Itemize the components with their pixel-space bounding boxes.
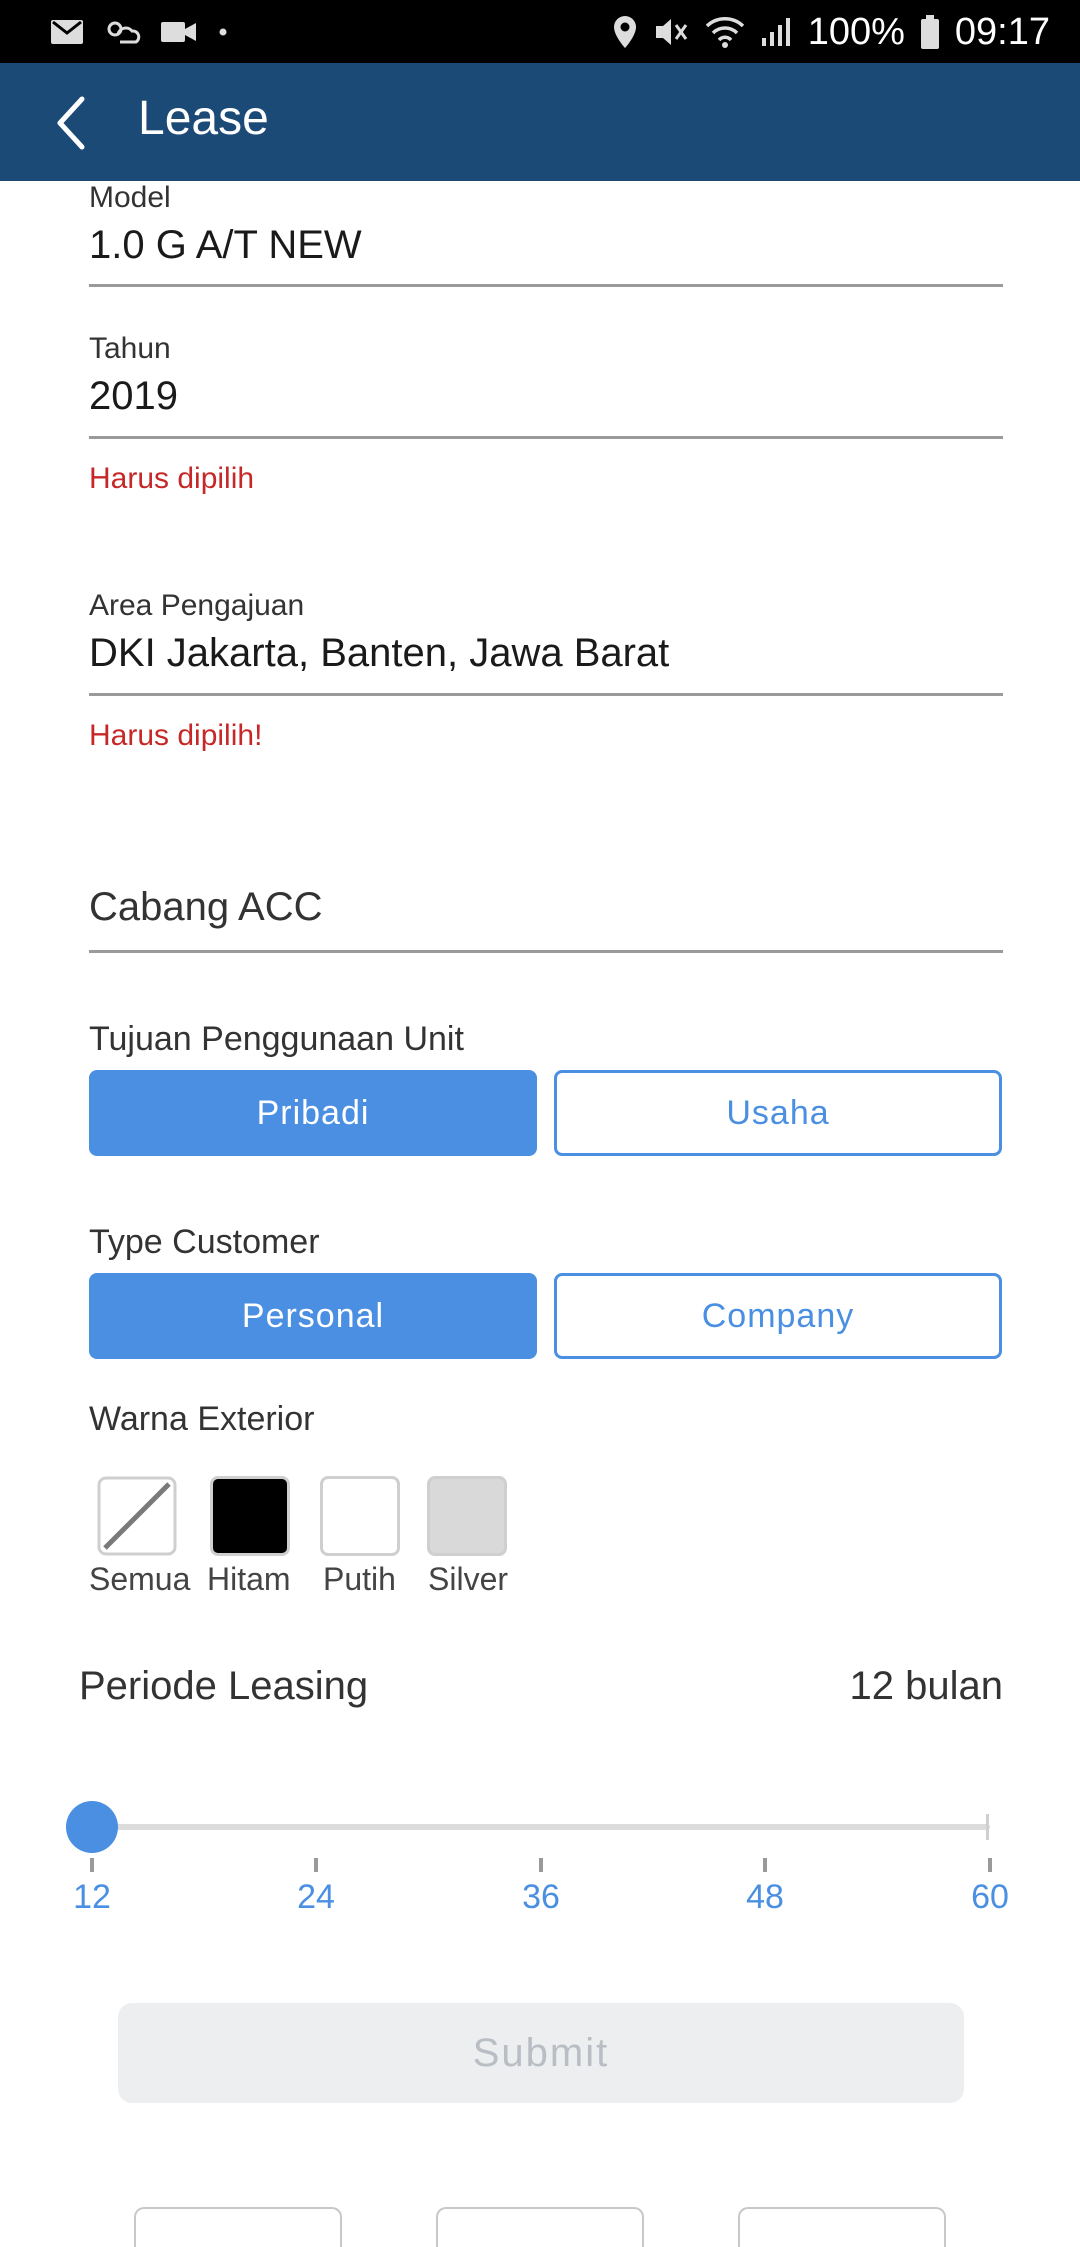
slider-tick: [763, 1858, 767, 1872]
dot-icon: [219, 28, 227, 36]
periode-slider-thumb[interactable]: [66, 1801, 118, 1853]
battery-percent: 100%: [807, 10, 905, 53]
slider-tick: [539, 1858, 543, 1872]
wifi-icon: [705, 17, 744, 48]
swatch-label-putih: Putih: [323, 1561, 396, 1597]
model-label: Model: [89, 181, 171, 214]
area-error: Harus dipilih!: [89, 719, 263, 752]
slider-tick-label: 12: [73, 1878, 111, 1916]
area-label: Area Pengajuan: [89, 589, 305, 622]
model-underline: [89, 284, 1003, 287]
swatch-silver[interactable]: [427, 1476, 507, 1556]
swatch-label-silver: Silver: [428, 1561, 509, 1597]
video-icon: [161, 22, 196, 42]
bottom-card[interactable]: [738, 2207, 946, 2247]
tujuan-pribadi-button[interactable]: Pribadi: [89, 1070, 537, 1156]
slider-track-end: [986, 1814, 989, 1840]
swatch-label-semua: Semua: [89, 1561, 191, 1597]
location-icon: [613, 16, 636, 48]
customer-personal-button[interactable]: Personal: [89, 1273, 537, 1359]
slider-tick: [90, 1858, 94, 1872]
swatch-hitam[interactable]: [210, 1476, 290, 1556]
slider-tick-label: 48: [746, 1878, 784, 1916]
slider-tick-label: 36: [522, 1878, 560, 1916]
periode-slider-track[interactable]: [92, 1824, 990, 1830]
weather-icon: [107, 21, 141, 44]
tujuan-usaha-button[interactable]: Usaha: [554, 1070, 1002, 1156]
slider-tick-label: 60: [971, 1878, 1009, 1916]
cabang-underline: [89, 950, 1003, 953]
mute-icon: [655, 19, 687, 45]
bottom-card[interactable]: [134, 2207, 342, 2247]
submit-button[interactable]: Submit: [118, 2003, 964, 2103]
cabang-field[interactable]: Cabang ACC: [89, 885, 1003, 955]
tujuan-label: Tujuan Penggunaan Unit: [89, 1020, 464, 1058]
signal-icon: [761, 18, 790, 46]
area-value: DKI Jakarta, Banten, Jawa Barat: [89, 631, 670, 675]
page-title: Lease: [138, 92, 269, 145]
slider-tick-label: 24: [297, 1878, 335, 1916]
area-underline: [89, 693, 1003, 696]
slider-tick: [314, 1858, 318, 1872]
warna-label: Warna Exterior: [89, 1400, 315, 1438]
periode-label: Periode Leasing: [79, 1664, 369, 1708]
tahun-field[interactable]: Tahun 2019: [89, 332, 1003, 442]
area-field[interactable]: Area Pengajuan DKI Jakarta, Banten, Jawa…: [89, 589, 1003, 699]
slider-tick: [988, 1858, 992, 1872]
model-value: 1.0 G A/T NEW: [89, 223, 362, 267]
swatch-putih[interactable]: [320, 1476, 400, 1556]
app-bar: Lease: [0, 63, 1080, 181]
swatch-semua[interactable]: [97, 1476, 177, 1556]
tahun-label: Tahun: [89, 332, 171, 365]
tahun-underline: [89, 436, 1003, 439]
swatch-label-hitam: Hitam: [207, 1561, 291, 1597]
tahun-value: 2019: [89, 374, 178, 418]
battery-icon: [920, 15, 939, 49]
periode-value: 12 bulan: [849, 1664, 1003, 1708]
customer-company-button[interactable]: Company: [554, 1273, 1002, 1359]
gmail-icon: [51, 20, 83, 44]
model-field[interactable]: Model 1.0 G A/T NEW: [89, 181, 1003, 289]
cabang-placeholder: Cabang ACC: [89, 885, 323, 929]
status-time: 09:17: [954, 10, 1050, 53]
status-bar: 100% 09:17: [0, 0, 1080, 63]
chevron-left-icon[interactable]: [52, 95, 92, 151]
customer-type-label: Type Customer: [89, 1223, 320, 1261]
bottom-card[interactable]: [436, 2207, 644, 2247]
tahun-error: Harus dipilih: [89, 462, 255, 495]
